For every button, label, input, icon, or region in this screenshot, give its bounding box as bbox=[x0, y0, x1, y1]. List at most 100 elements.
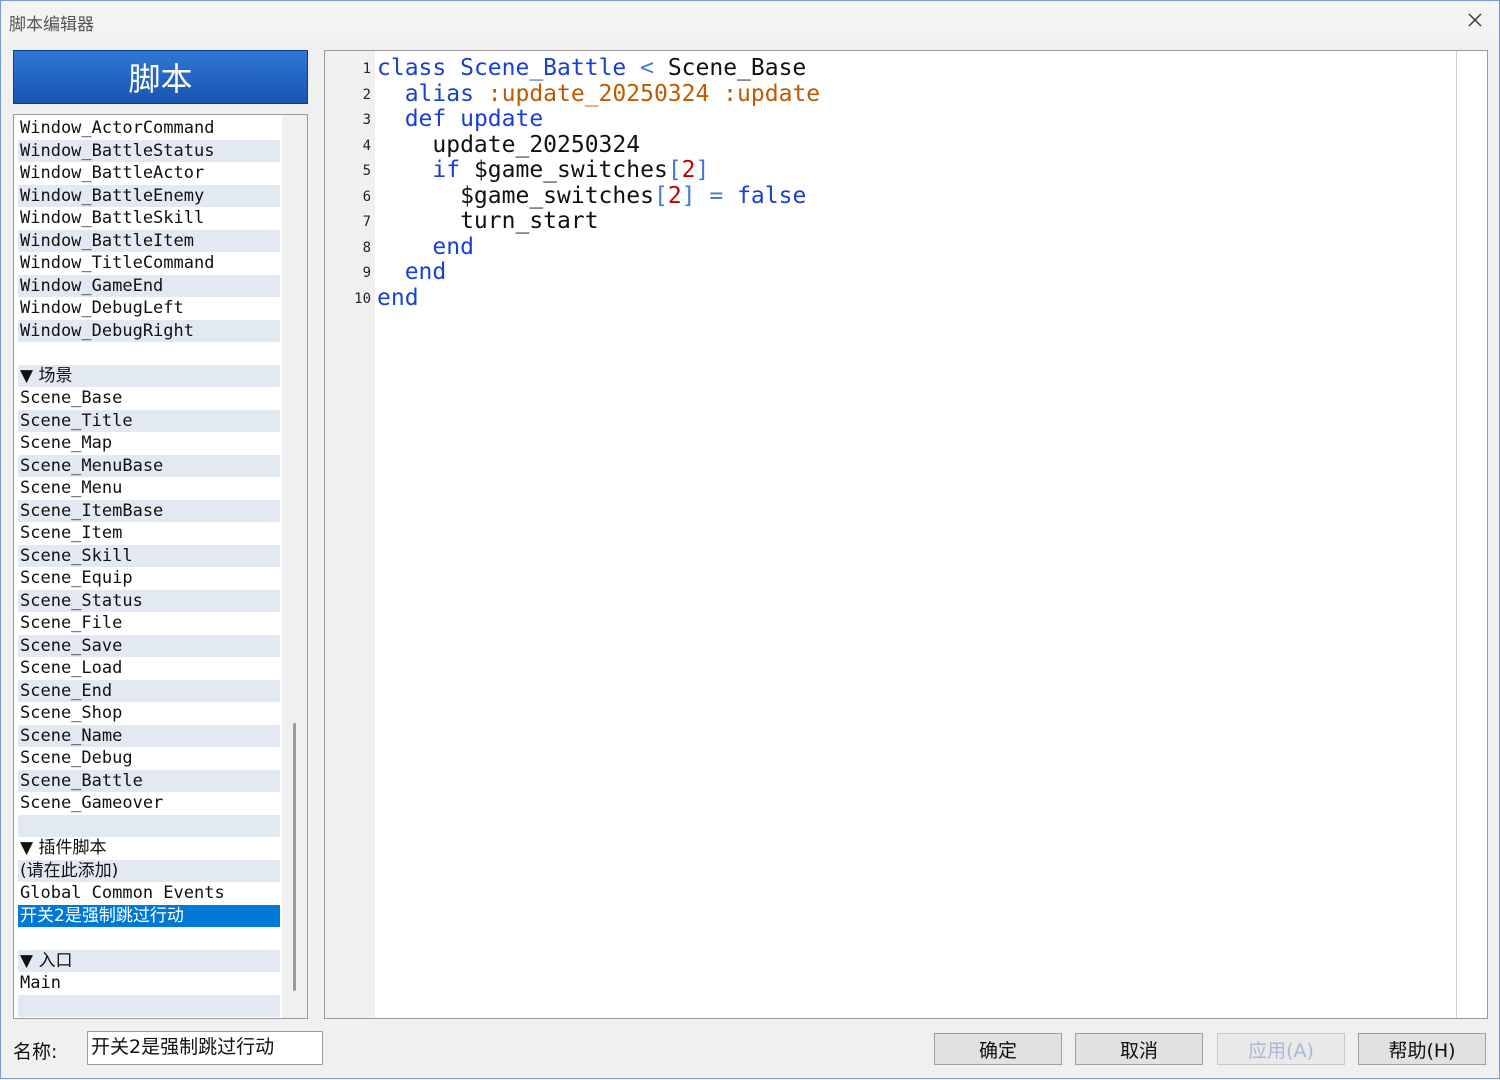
script-list-item[interactable]: Scene_Battle bbox=[18, 769, 280, 792]
script-list-item[interactable]: ▼ 入口 bbox=[18, 949, 280, 972]
script-list-item[interactable]: ▼ 插件脚本 bbox=[18, 837, 280, 860]
script-list-item[interactable]: Window_TitleCommand bbox=[18, 252, 280, 275]
script-list-item[interactable]: Scene_Skill bbox=[18, 544, 280, 567]
script-list-item[interactable]: Scene_Save bbox=[18, 634, 280, 657]
code-token: if bbox=[377, 157, 474, 183]
script-list-item[interactable] bbox=[18, 927, 280, 950]
code-token: 2 bbox=[667, 182, 682, 209]
code-token: alias bbox=[377, 80, 488, 107]
code-line[interactable]: end bbox=[377, 259, 447, 285]
script-list-panel: 脚本 Window_ActorCommand Window_BattleStatu… bbox=[13, 50, 308, 1019]
close-icon bbox=[1468, 13, 1482, 27]
line-number: 10 bbox=[354, 290, 371, 307]
close-button[interactable] bbox=[1459, 7, 1491, 33]
script-list-item[interactable]: Window_BattleSkill bbox=[18, 207, 280, 230]
code-token: def bbox=[377, 106, 461, 132]
line-number: 2 bbox=[362, 86, 371, 103]
code-token: ] bbox=[695, 157, 710, 183]
script-list-item[interactable]: Scene_Menu bbox=[18, 477, 280, 500]
code-line[interactable]: end bbox=[377, 234, 474, 260]
script-list-item[interactable]: Window_DebugLeft bbox=[18, 297, 280, 320]
ok-button[interactable]: 确定 bbox=[934, 1033, 1062, 1065]
script-list-item[interactable]: Window_GameEnd bbox=[18, 274, 280, 297]
line-number: 3 bbox=[362, 112, 371, 128]
code-token: [ bbox=[667, 157, 682, 183]
code-line[interactable]: def update bbox=[377, 106, 544, 132]
line-number: 9 bbox=[362, 265, 371, 281]
name-input[interactable]: 开关2是强制跳过行动 bbox=[87, 1031, 323, 1065]
code-line[interactable]: alias :update_20250324 :update bbox=[377, 81, 820, 107]
code-token: $game_switches bbox=[377, 182, 654, 209]
code-token: turn_start bbox=[377, 208, 599, 234]
code-line[interactable]: update_20250324 bbox=[377, 132, 640, 158]
script-list-item[interactable]: Scene_Name bbox=[18, 724, 280, 747]
title-bar: 脚本编辑器 bbox=[1, 1, 1499, 39]
code-line[interactable]: if $game_switches[2] bbox=[377, 157, 709, 183]
line-number: 1 bbox=[362, 61, 371, 77]
code-token: update bbox=[460, 106, 544, 132]
script-list[interactable]: Window_ActorCommand Window_BattleStatus Wi… bbox=[13, 114, 308, 1019]
script-list-item[interactable]: ▼ 场景 bbox=[18, 364, 280, 387]
code-line[interactable]: end bbox=[377, 285, 419, 311]
code-token: $game_switches bbox=[473, 157, 668, 183]
window-title: 脚本编辑器 bbox=[9, 15, 94, 35]
code-line[interactable]: class Scene_Battle < Scene_Base bbox=[377, 55, 806, 81]
script-list-item[interactable]: Scene_Base bbox=[18, 387, 280, 410]
script-list-item[interactable] bbox=[18, 342, 280, 365]
script-list-items: Window_ActorCommand Window_BattleStatus Wi… bbox=[18, 117, 280, 1017]
script-list-item[interactable]: Scene_End bbox=[18, 679, 280, 702]
script-list-item[interactable]: Scene_Gameover bbox=[18, 792, 280, 815]
code-token: ] bbox=[681, 182, 696, 209]
script-list-item[interactable]: Scene_ItemBase bbox=[18, 499, 280, 522]
script-list-item[interactable]: Scene_Load bbox=[18, 657, 280, 680]
script-list-item[interactable]: Global Common Events bbox=[18, 882, 280, 905]
scroll-thumb[interactable] bbox=[293, 723, 296, 991]
code-token: class bbox=[377, 55, 461, 81]
code-token: = bbox=[695, 182, 738, 209]
apply-button[interactable]: 应用(A) bbox=[1217, 1033, 1345, 1065]
script-list-scrollbar[interactable] bbox=[282, 115, 307, 1018]
code-token: end bbox=[377, 233, 474, 260]
script-list-item[interactable]: Scene_Equip bbox=[18, 567, 280, 590]
script-list-item[interactable]: (请在此添加) bbox=[18, 859, 280, 882]
code-token: update_20250324 bbox=[377, 131, 641, 158]
code-token: end bbox=[377, 259, 447, 285]
script-list-item[interactable]: Window_BattleItem bbox=[18, 229, 280, 252]
script-list-item[interactable]: Scene_Item bbox=[18, 522, 280, 545]
line-number-gutter: 1 2 3 4 5 6 7 8 9 10 bbox=[325, 51, 375, 1018]
script-list-item[interactable]: Scene_Map bbox=[18, 432, 280, 455]
edge-guide-line bbox=[1456, 51, 1457, 1018]
script-list-item[interactable]: Scene_Shop bbox=[18, 702, 280, 725]
script-list-item[interactable]: Main bbox=[18, 972, 280, 995]
code-line[interactable]: $game_switches[2] = false bbox=[377, 183, 806, 209]
script-list-item[interactable]: Scene_MenuBase bbox=[18, 454, 280, 477]
code-editor[interactable]: 1 2 3 4 5 6 7 8 9 10 class Scene_Battle < Scene_B… bbox=[324, 50, 1488, 1019]
line-number: 7 bbox=[362, 214, 371, 230]
help-button[interactable]: 帮助(H) bbox=[1358, 1033, 1486, 1065]
code-token: Scene_Base bbox=[667, 55, 807, 81]
script-list-item[interactable]: Window_DebugRight bbox=[18, 319, 280, 342]
script-editor-window: 脚本编辑器 脚本 Window_ActorCommand Window_Battl… bbox=[0, 0, 1500, 1079]
line-number: 5 bbox=[362, 163, 371, 179]
code-line[interactable]: turn_start bbox=[377, 208, 599, 234]
code-token: [ bbox=[653, 182, 668, 209]
code-area[interactable]: class Scene_Battle < Scene_Base alias :u… bbox=[377, 53, 1487, 1018]
script-list-item[interactable] bbox=[18, 814, 280, 837]
script-list-item[interactable]: Scene_Debug bbox=[18, 747, 280, 770]
code-token: < bbox=[640, 55, 668, 81]
script-list-item[interactable]: Window_BattleStatus bbox=[18, 139, 280, 162]
code-token: :update_20250324 :update bbox=[487, 80, 821, 107]
code-token: false bbox=[737, 182, 807, 209]
script-list-item[interactable]: Scene_File bbox=[18, 612, 280, 635]
code-token: 2 bbox=[681, 157, 696, 183]
line-number: 8 bbox=[362, 239, 371, 256]
script-list-item[interactable]: Scene_Status bbox=[18, 589, 280, 612]
script-list-item[interactable]: Window_BattleEnemy bbox=[18, 184, 280, 207]
cancel-button[interactable]: 取消 bbox=[1075, 1033, 1203, 1065]
script-list-item[interactable]: Scene_Title bbox=[18, 409, 280, 432]
script-list-header: 脚本 bbox=[13, 50, 308, 104]
script-list-item[interactable]: 开关2是强制跳过行动 bbox=[18, 904, 280, 927]
script-list-item[interactable] bbox=[18, 994, 280, 1017]
script-list-item[interactable]: Window_ActorCommand bbox=[18, 117, 280, 140]
script-list-item[interactable]: Window_BattleActor bbox=[18, 162, 280, 185]
